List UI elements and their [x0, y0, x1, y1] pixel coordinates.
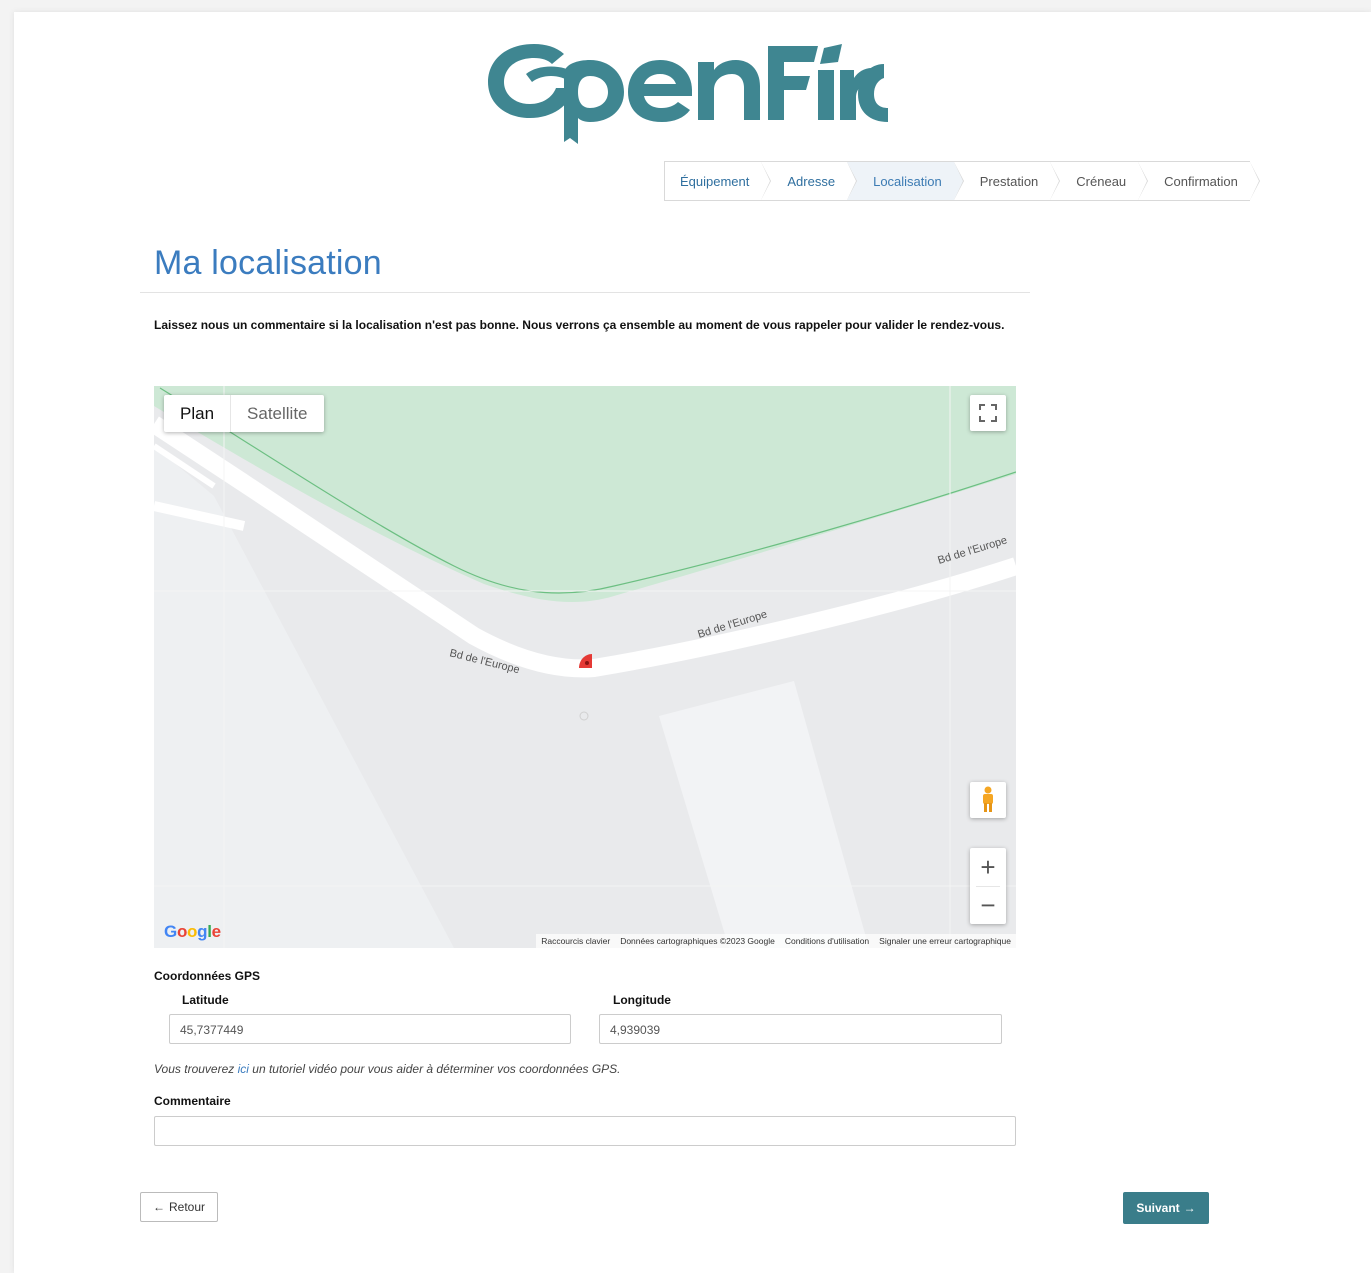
terms-link[interactable]: Conditions d'utilisation — [780, 934, 874, 948]
back-button-label: Retour — [168, 1200, 206, 1214]
page-container: Équipement Adresse Localisation Prestati… — [14, 12, 1371, 1273]
gps-section-label: Coordonnées GPS — [154, 969, 261, 983]
step-label: Localisation — [873, 173, 942, 189]
keyboard-shortcuts-link[interactable]: Raccourcis clavier — [536, 934, 615, 948]
map-canvas[interactable]: Bd de l'Europe Bd de l'Europe Bd de l'Eu… — [154, 386, 1016, 948]
tutorial-link[interactable]: ici — [238, 1062, 249, 1076]
step-creneau: Créneau — [1050, 162, 1149, 200]
google-logo: Google — [164, 922, 221, 941]
step-label: Créneau — [1076, 173, 1127, 189]
step-label: Prestation — [979, 173, 1039, 189]
fullscreen-icon — [979, 404, 997, 422]
streetview-button[interactable] — [970, 782, 1006, 818]
map-type-control: Plan Satellite — [164, 395, 324, 432]
step-label: Adresse — [787, 173, 836, 189]
step-prestation: Prestation — [953, 162, 1060, 200]
longitude-input[interactable]: 4,939039 — [599, 1014, 1002, 1044]
fullscreen-button[interactable] — [970, 395, 1006, 431]
help-text-after: un tutoriel vidéo pour vous aider à déte… — [248, 1062, 621, 1076]
help-text-before: Vous trouverez — [154, 1062, 238, 1076]
next-button[interactable]: Suivant → — [1123, 1192, 1209, 1224]
back-button[interactable]: ← Retour — [140, 1192, 218, 1222]
page-title: Ma localisation — [154, 244, 382, 282]
help-text: Vous trouverez ici un tutoriel vidéo pou… — [154, 1062, 621, 1076]
step-adresse[interactable]: Adresse — [761, 162, 857, 200]
latitude-input[interactable]: 45,7377449 — [169, 1014, 571, 1044]
report-error-link[interactable]: Signaler une erreur cartographique — [874, 934, 1016, 948]
map-attribution: Raccourcis clavier Données cartographiqu… — [536, 934, 1016, 948]
comment-input[interactable] — [154, 1116, 1016, 1146]
zoom-in-icon[interactable]: + — [970, 848, 1006, 886]
longitude-label: Longitude — [613, 993, 671, 1007]
arrow-left-icon: ← — [152, 1200, 165, 1214]
step-equipement[interactable]: Équipement — [665, 162, 772, 200]
map-data-text: Données cartographiques ©2023 Google — [620, 936, 775, 946]
map-view[interactable]: Bd de l'Europe Bd de l'Europe Bd de l'Eu… — [154, 386, 1016, 948]
zoom-out-icon[interactable]: − — [970, 886, 1006, 924]
step-label: Équipement — [680, 173, 750, 189]
next-button-label: Suivant — [1136, 1201, 1180, 1215]
map-type-plan[interactable]: Plan — [164, 395, 232, 432]
latitude-label: Latitude — [182, 993, 229, 1007]
step-localisation[interactable]: Localisation — [847, 162, 964, 200]
pegman-icon — [983, 786, 993, 812]
step-confirmation: Confirmation — [1138, 162, 1260, 200]
map-type-satellite[interactable]: Satellite — [231, 395, 323, 432]
zoom-control: + − — [970, 848, 1006, 924]
comment-label: Commentaire — [154, 1094, 231, 1108]
intro-text: Laissez nous un commentaire si la locali… — [154, 318, 1005, 332]
step-label: Confirmation — [1164, 173, 1238, 189]
openfire-logo — [488, 44, 888, 144]
progress-steps: Équipement Adresse Localisation Prestati… — [664, 161, 1260, 201]
arrow-right-icon: → — [1183, 1201, 1196, 1215]
title-divider — [140, 292, 1030, 293]
